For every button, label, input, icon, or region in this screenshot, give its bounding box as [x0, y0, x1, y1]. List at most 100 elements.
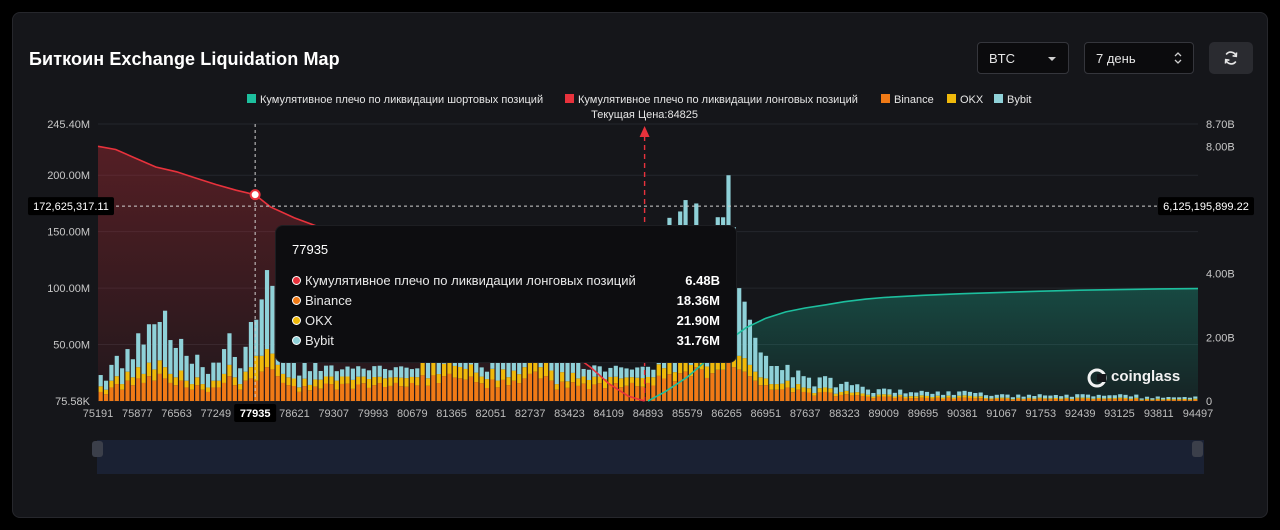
bar-okx: [1053, 397, 1058, 399]
bar-binance: [495, 387, 500, 401]
bar-okx: [382, 378, 388, 388]
bar-okx: [474, 372, 479, 383]
bar-bybit: [404, 367, 409, 379]
bar-binance: [554, 389, 559, 401]
bar-bybit: [758, 352, 763, 378]
bar-bybit: [259, 299, 264, 356]
bar-bybit: [195, 354, 200, 378]
legend-label: Кумулятивное плечо по ликвидации шортовы…: [260, 94, 543, 106]
bar-binance: [302, 386, 307, 401]
bar-binance: [1182, 400, 1187, 401]
bar-binance: [522, 378, 527, 401]
bar-okx: [1193, 398, 1198, 400]
bar-bybit: [1080, 394, 1085, 398]
bar-okx: [667, 361, 672, 375]
bar-bybit: [796, 370, 801, 385]
current-price-label: Текущая Цена:84825: [591, 109, 698, 121]
x-tick-label: 77249: [201, 408, 232, 420]
legend-label: Binance: [894, 94, 934, 106]
bar-binance: [967, 397, 973, 401]
bar-binance: [753, 380, 758, 401]
bar-bybit: [1150, 398, 1155, 400]
bar-binance: [366, 387, 372, 401]
bar-binance: [688, 376, 694, 401]
bar-binance: [527, 373, 533, 401]
bar-okx: [238, 384, 243, 390]
bar-bybit: [270, 285, 275, 354]
bar-okx: [1118, 397, 1123, 399]
bar-okx: [1005, 397, 1010, 399]
bar-okx: [1085, 397, 1091, 399]
bar-binance: [1069, 399, 1074, 401]
tooltip-label: Кумулятивное плечо по ликвидации лонговы…: [305, 273, 636, 288]
bar-bybit: [903, 393, 908, 397]
bar-bybit: [1026, 394, 1032, 398]
bar-binance: [484, 387, 490, 401]
bar-bybit: [946, 391, 951, 396]
bar-binance: [710, 373, 715, 401]
crosshair-left-value: 172,625,317.11: [33, 201, 109, 213]
bar-bybit: [248, 321, 254, 368]
bar-okx: [1134, 397, 1139, 399]
bar-binance: [211, 387, 216, 401]
x-tick-label: 94497: [1183, 408, 1214, 420]
x-tick-label: 92439: [1065, 408, 1096, 420]
bar-binance: [1112, 399, 1117, 401]
bar-okx: [329, 376, 334, 385]
x-tick-label: 75877: [122, 408, 153, 420]
bar-okx: [1080, 397, 1085, 399]
bar-binance: [549, 380, 554, 401]
bar-binance: [409, 382, 414, 401]
bar-okx: [645, 376, 651, 383]
bar-okx: [152, 369, 157, 381]
zoom-handle-right[interactable]: [1192, 441, 1203, 457]
bar-okx: [447, 360, 452, 374]
bar-binance: [1150, 400, 1155, 401]
bar-binance: [785, 387, 790, 401]
bar-okx: [479, 376, 484, 384]
bar-binance: [586, 388, 592, 401]
bar-binance: [291, 385, 296, 401]
bar-okx: [989, 398, 994, 400]
bar-binance: [506, 385, 511, 401]
bar-bybit: [973, 392, 978, 397]
bar-binance: [270, 369, 275, 401]
bar-bybit: [238, 368, 243, 385]
bar-okx: [506, 377, 511, 386]
bar-bybit: [340, 369, 345, 377]
bar-bybit: [227, 333, 232, 365]
zoom-handle-left[interactable]: [92, 441, 103, 457]
x-tick-label: 86265: [711, 408, 742, 420]
bar-binance: [248, 378, 254, 401]
bar-binance: [796, 389, 801, 401]
bar-binance: [458, 378, 463, 401]
bar-okx: [243, 371, 248, 381]
bar-binance: [1171, 400, 1176, 401]
bar-okx: [211, 380, 216, 388]
bar-bybit: [200, 367, 205, 385]
bar-bybit: [645, 366, 651, 377]
bar-okx: [908, 396, 914, 399]
bar-bybit: [350, 368, 355, 380]
bar-bybit: [892, 392, 897, 397]
bar-okx: [313, 379, 318, 387]
bar-okx: [259, 355, 264, 372]
bar-bybit: [1134, 394, 1139, 398]
bar-bybit: [179, 338, 184, 371]
bar-binance: [1166, 400, 1171, 401]
bar-okx: [404, 378, 409, 387]
bar-okx: [930, 397, 935, 399]
bar-bybit: [479, 367, 484, 377]
bar-okx: [120, 384, 125, 390]
bar-binance: [1010, 399, 1015, 401]
bar-binance: [758, 385, 763, 401]
bar-binance: [200, 389, 205, 401]
legend-swatch: [247, 94, 256, 103]
bar-binance: [281, 382, 286, 401]
bar-bybit: [103, 380, 109, 390]
bar-okx: [356, 376, 361, 385]
zoom-slider-track[interactable]: [97, 440, 1204, 474]
bar-bybit: [1187, 397, 1193, 400]
bar-okx: [785, 380, 790, 388]
tooltip-row-bybit: Bybit 31.76M: [292, 332, 720, 350]
